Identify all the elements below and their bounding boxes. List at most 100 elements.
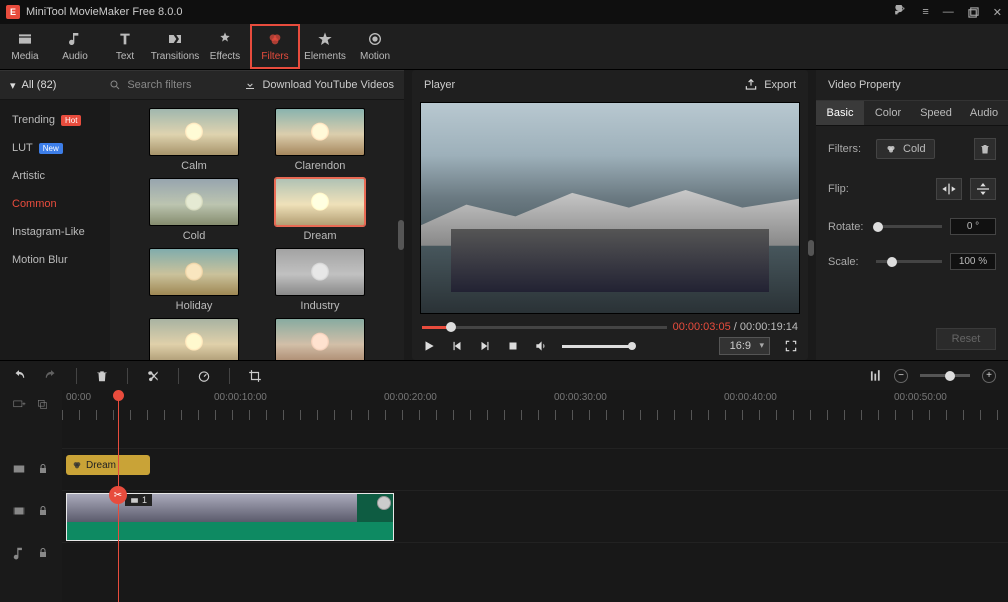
- filter-thumb-extra1[interactable]: [143, 318, 245, 360]
- progress-slider[interactable]: [422, 326, 667, 329]
- playhead[interactable]: ✂: [118, 390, 119, 602]
- rotate-slider[interactable]: [876, 225, 942, 228]
- category-artistic[interactable]: Artistic: [0, 162, 110, 190]
- category-instagram[interactable]: Instagram-Like: [0, 218, 110, 246]
- speed-button[interactable]: [197, 369, 211, 383]
- tab-audio[interactable]: Audio: [960, 101, 1008, 125]
- ruler-tick: 00:00:20:00: [384, 392, 437, 403]
- audio-track-lock-icon[interactable]: [36, 546, 50, 560]
- undo-button[interactable]: [12, 369, 26, 383]
- stop-button[interactable]: [506, 339, 520, 353]
- prop-filters-label: Filters:: [828, 143, 868, 155]
- tab-color[interactable]: Color: [864, 101, 912, 125]
- search-filters[interactable]: Search filters: [109, 79, 191, 91]
- menu-motion[interactable]: Motion: [350, 24, 400, 69]
- crop-button[interactable]: [248, 369, 262, 383]
- export-button[interactable]: Export: [744, 78, 796, 92]
- zoom-slider[interactable]: [920, 374, 970, 377]
- zoom-out-button[interactable]: −: [894, 369, 908, 383]
- filter-track[interactable]: Dream: [62, 448, 1008, 490]
- filter-thumb-extra2[interactable]: [269, 318, 371, 360]
- menu-transitions[interactable]: Transitions: [150, 24, 200, 69]
- aspect-ratio-select[interactable]: 16:9: [719, 337, 770, 355]
- flip-vertical-button[interactable]: [970, 178, 996, 200]
- category-motionblur[interactable]: Motion Blur: [0, 246, 110, 274]
- library-panel: ▾ All (82) Search filters Download YouTu…: [0, 70, 404, 360]
- split-button[interactable]: [146, 369, 160, 383]
- remove-filter-button[interactable]: [974, 138, 996, 160]
- filter-thumb-calm[interactable]: Calm: [143, 108, 245, 172]
- play-button[interactable]: [422, 339, 436, 353]
- zoom-in-button[interactable]: +: [982, 369, 996, 383]
- filter-thumb-dream[interactable]: Dream: [269, 178, 371, 242]
- category-lut-label: LUT: [12, 142, 33, 154]
- scale-value[interactable]: 100 %: [950, 253, 996, 270]
- tab-speed-label: Speed: [920, 107, 952, 119]
- filter-thumb-industry-label: Industry: [300, 300, 339, 312]
- tab-speed[interactable]: Speed: [912, 101, 960, 125]
- applied-filter-chip[interactable]: Cold: [876, 139, 935, 159]
- filter-thumb-clarendon[interactable]: Clarendon: [269, 108, 371, 172]
- filter-thumb-dream-label: Dream: [303, 230, 336, 242]
- next-frame-button[interactable]: [478, 339, 492, 353]
- delete-button[interactable]: [95, 369, 109, 383]
- timeline-track-dup-icon[interactable]: [36, 398, 50, 412]
- tab-basic[interactable]: Basic: [816, 101, 864, 125]
- playhead-split-icon[interactable]: ✂: [109, 486, 127, 504]
- download-youtube-button[interactable]: Download YouTube Videos: [244, 79, 394, 91]
- video-track[interactable]: 1 1: [62, 490, 1008, 542]
- prop-flip-label: Flip:: [828, 183, 868, 195]
- fullscreen-button[interactable]: [784, 339, 798, 353]
- flip-horizontal-button[interactable]: [936, 178, 962, 200]
- maximize-button[interactable]: [968, 7, 979, 18]
- scale-slider[interactable]: [876, 260, 942, 263]
- category-trending[interactable]: Trending Hot: [0, 106, 110, 134]
- track-head-video: [0, 490, 62, 532]
- audio-track[interactable]: [62, 542, 1008, 584]
- timeline-track-add-icon[interactable]: [12, 398, 26, 412]
- category-common[interactable]: Common: [0, 190, 110, 218]
- hamburger-icon[interactable]: ≡: [922, 6, 928, 18]
- redo-button[interactable]: [44, 369, 58, 383]
- filter-thumbnail-grid[interactable]: Calm Clarendon Cold Dream Holiday Indust…: [110, 100, 404, 360]
- video-track-lock-icon[interactable]: [36, 504, 50, 518]
- filter-thumb-holiday[interactable]: Holiday: [143, 248, 245, 312]
- menu-text[interactable]: Text: [100, 24, 150, 69]
- rotate-value[interactable]: 0 °: [950, 218, 996, 235]
- close-button[interactable]: ✕: [993, 6, 1002, 19]
- filter-thumb-industry[interactable]: Industry: [269, 248, 371, 312]
- filter-thumb-cold[interactable]: Cold: [143, 178, 245, 242]
- player-scrollbar[interactable]: [808, 240, 814, 256]
- menu-media[interactable]: Media: [0, 24, 50, 69]
- library-scrollbar[interactable]: [398, 220, 404, 250]
- track-head-filter: [0, 448, 62, 490]
- volume-icon[interactable]: [534, 339, 548, 353]
- menu-audio[interactable]: Audio: [50, 24, 100, 69]
- badge-hot: Hot: [61, 115, 81, 126]
- video-track-icon: [12, 504, 26, 518]
- filter-track-icon: [12, 462, 26, 476]
- category-lut[interactable]: LUT New: [0, 134, 110, 162]
- reset-button[interactable]: Reset: [936, 328, 996, 350]
- filter-thumb-calm-label: Calm: [181, 160, 207, 172]
- timeline-body[interactable]: 00:00 00:00:10:00 00:00:20:00 00:00:30:0…: [62, 390, 1008, 602]
- clip-num-2: 1: [142, 495, 147, 505]
- volume-slider[interactable]: [562, 345, 632, 348]
- menu-elements[interactable]: Elements: [300, 24, 350, 69]
- app-title: MiniTool MovieMaker Free 8.0.0: [26, 6, 183, 18]
- menu-effects[interactable]: Effects: [200, 24, 250, 69]
- timeline-ruler[interactable]: 00:00 00:00:10:00 00:00:20:00 00:00:30:0…: [62, 390, 1008, 420]
- property-title: Video Property: [828, 79, 901, 91]
- prev-frame-button[interactable]: [450, 339, 464, 353]
- library-all-toggle[interactable]: ▾ All (82): [10, 79, 56, 92]
- filter-clip[interactable]: Dream: [66, 455, 150, 475]
- key-icon[interactable]: [894, 5, 908, 19]
- minimize-button[interactable]: —: [943, 6, 954, 18]
- menu-filters[interactable]: Filters: [250, 24, 300, 69]
- timeline-adjust-icon[interactable]: [868, 369, 882, 383]
- filter-track-lock-icon[interactable]: [36, 462, 50, 476]
- clip-transition-icon[interactable]: [377, 496, 391, 510]
- menu-effects-label: Effects: [210, 51, 240, 62]
- menu-motion-label: Motion: [360, 51, 390, 62]
- preview-viewport[interactable]: [420, 102, 800, 314]
